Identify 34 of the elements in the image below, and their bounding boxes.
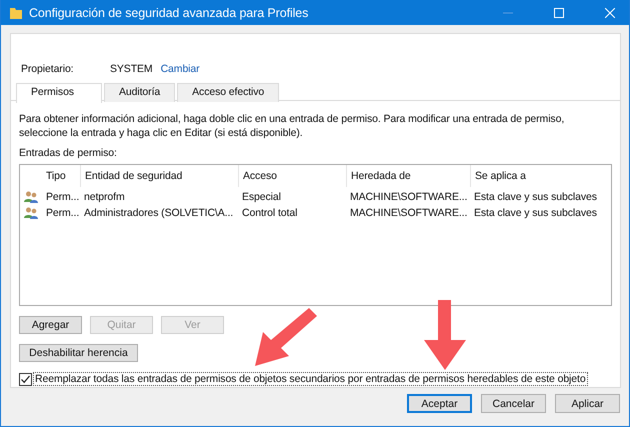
table-cell-text: Control total [241, 207, 298, 219]
dialog-button[interactable]: Cancelar [481, 394, 546, 413]
column-header[interactable]: Entidad de seguridad [80, 165, 238, 187]
window-title: Configuración de seguridad avanzada para Profiles [29, 6, 308, 20]
table-cell-text: MACHINE\SOFTWARE... [349, 191, 468, 203]
column-header[interactable]: Tipo [42, 165, 80, 187]
table-cell-text: netprofm [83, 191, 126, 203]
column-header[interactable]: Acceso [238, 165, 346, 187]
tab[interactable]: Permisos [16, 83, 102, 103]
table-cell-text: Esta clave y sus subclaves [473, 207, 598, 219]
table-cell-text: MACHINE\SOFTWARE... [349, 207, 468, 219]
disable-inheritance-button[interactable]: Deshabilitar herencia [19, 344, 138, 362]
owner-value: SYSTEM [110, 63, 153, 75]
table-cell-text: Perm... [45, 191, 80, 203]
maximize-icon[interactable] [554, 8, 564, 18]
table-cell-text: Perm... [45, 207, 80, 219]
column-header[interactable]: Se aplica a [470, 165, 602, 187]
tab[interactable]: Acceso efectivo [177, 83, 280, 102]
close-icon[interactable] [605, 8, 615, 18]
tab[interactable]: Auditoría [104, 83, 176, 102]
table-cell-text: Administradores (SOLVETIC\A... [83, 207, 234, 219]
checkbox[interactable] [19, 372, 32, 386]
action-button[interactable]: Agregar [19, 316, 82, 334]
dialog-button[interactable]: Aplicar [555, 394, 620, 413]
table-cell-text: Esta clave y sus subclaves [473, 191, 598, 203]
dialog-button[interactable]: Aceptar [407, 394, 472, 413]
table-cell-text: Especial [241, 191, 282, 203]
checkbox-label[interactable]: Reemplazar todas las entradas de permisos de objetos secundarios por entradas de permisos heredables de este objeto [33, 372, 588, 386]
owner-label: Propietario: [21, 63, 74, 75]
folder-icon [9, 6, 23, 20]
column-header[interactable]: Heredada de [346, 165, 470, 187]
change-link[interactable]: Cambiar [160, 63, 200, 75]
entries-label: Entradas de permiso: [19, 147, 118, 159]
info-text: Para obtener información adicional, haga doble clic en una entrada de permiso. Para modificar una entrada de permiso, seleccione la entrada y haga clic en Editar (si está disponible). [19, 112, 566, 140]
